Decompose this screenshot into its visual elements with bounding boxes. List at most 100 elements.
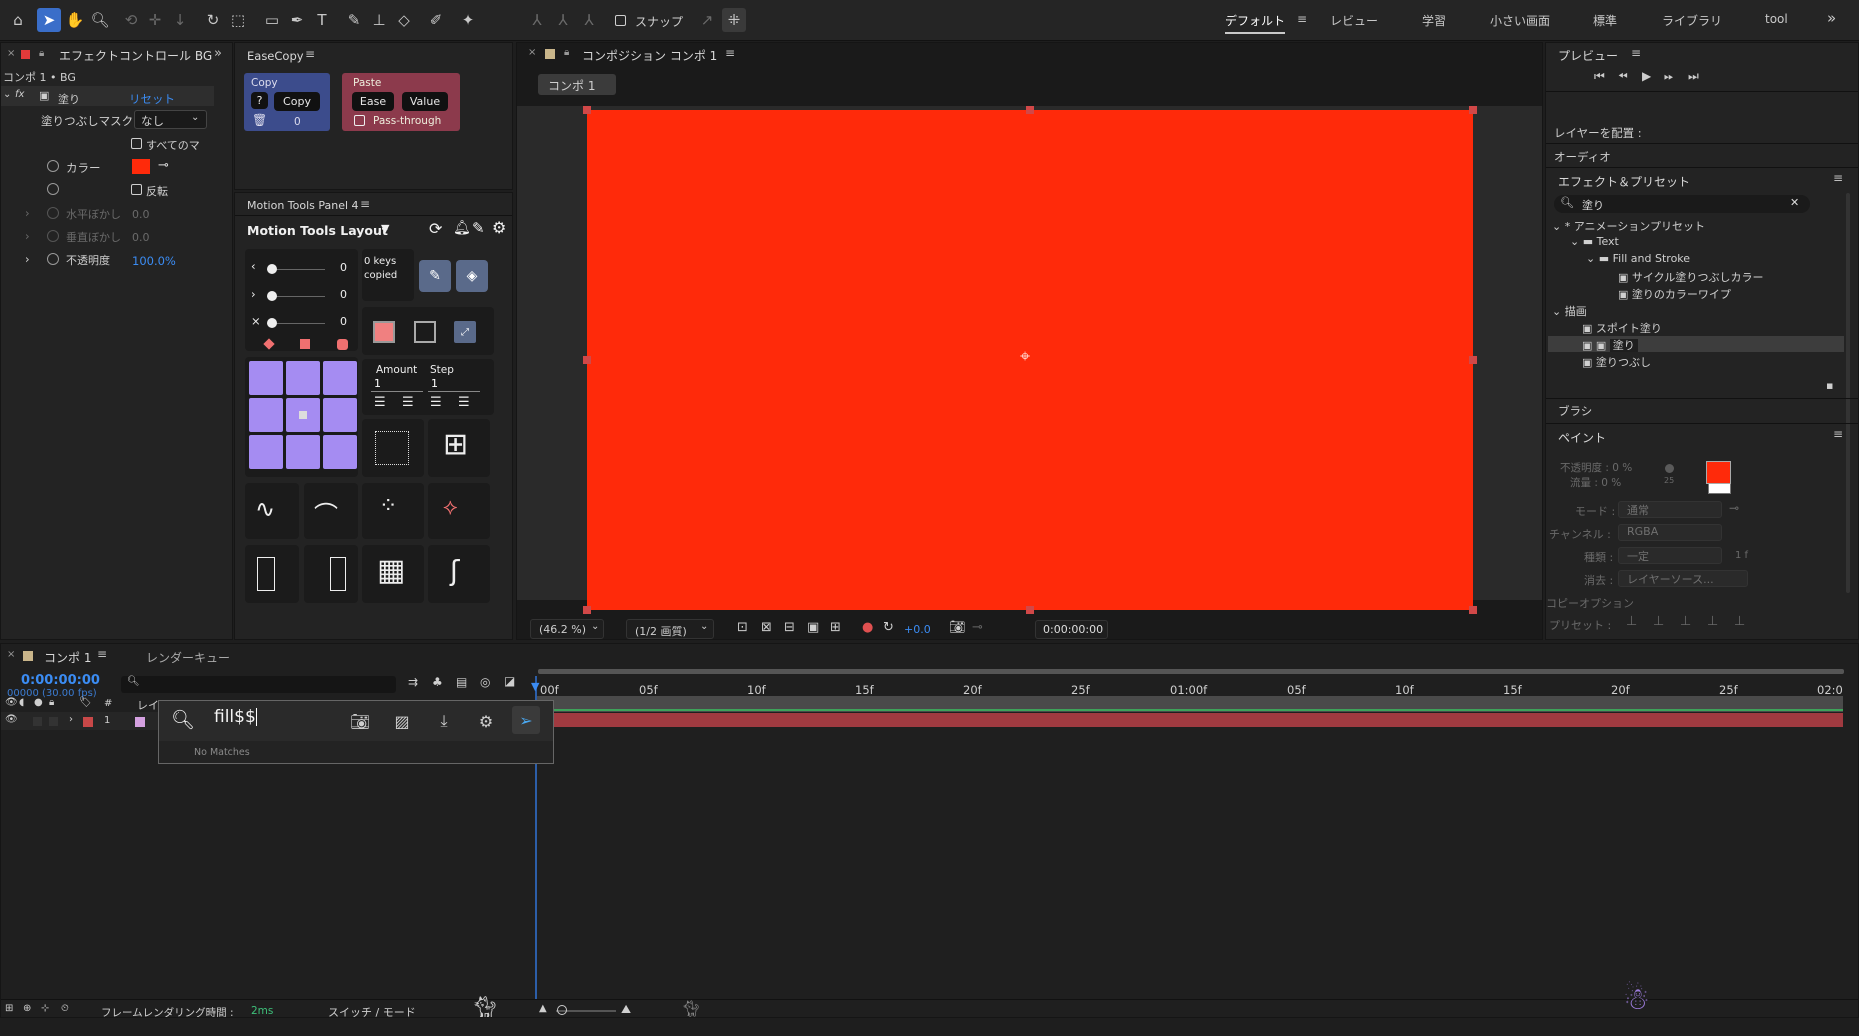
tree-item[interactable]: ▣ スポイト塗り xyxy=(1582,320,1662,336)
shy-icon[interactable]: ♣ xyxy=(432,675,443,689)
expand-icon[interactable]: ⤢ xyxy=(454,321,476,343)
transform-handle[interactable] xyxy=(583,606,591,614)
close-icon[interactable]: × xyxy=(528,47,536,58)
close-icon[interactable]: × xyxy=(7,48,15,59)
workspace-library[interactable]: ライブラリ xyxy=(1662,12,1722,29)
tree-item[interactable]: ⌄ ▬ Text xyxy=(1570,235,1619,248)
anchor-top-left[interactable] xyxy=(249,361,283,395)
layout-label[interactable]: Motion Tools Layout xyxy=(247,223,388,238)
transform-handle[interactable] xyxy=(583,106,591,114)
eyedropper-icon[interactable]: ⊸ xyxy=(158,158,169,173)
new-preset-icon[interactable]: ▪ xyxy=(1826,379,1833,392)
type-tool-icon[interactable]: T xyxy=(310,8,334,32)
v-feather-value[interactable]: 0.0 xyxy=(132,231,150,244)
show-snapshot-icon[interactable]: ⊸ xyxy=(972,620,983,635)
tree-item[interactable]: ▣ 塗りのカラーワイプ xyxy=(1618,286,1731,302)
tree-item[interactable]: ▣ サイクル塗りつぶしカラー xyxy=(1618,269,1763,285)
channel-dropdown[interactable]: RGBA xyxy=(1618,524,1722,541)
invert-checkbox[interactable] xyxy=(131,184,142,195)
fill-square-icon[interactable] xyxy=(373,321,395,343)
passthrough-checkbox[interactable] xyxy=(354,115,365,126)
layer-name-col[interactable]: レイ xyxy=(137,697,159,713)
composition-tab-title[interactable]: コンポジション コンポ 1 xyxy=(582,47,717,64)
paint-title[interactable]: ペイント xyxy=(1558,429,1606,446)
layer-move-icon[interactable] xyxy=(257,557,275,591)
timeline-search-input[interactable]: 🔍︎ xyxy=(121,676,396,693)
tree-item[interactable]: ⌄ * アニメーションプリセット xyxy=(1552,218,1705,234)
audio-label[interactable]: オーディオ xyxy=(1554,149,1611,165)
bounding-box-icon[interactable] xyxy=(375,431,409,465)
color-channels-icon[interactable]: ● xyxy=(862,620,873,635)
panel-overflow-icon[interactable]: » xyxy=(214,46,222,61)
graph-editor-icon[interactable]: ◪ xyxy=(504,674,515,688)
expand-chevron-icon[interactable]: › xyxy=(25,252,30,266)
keyframe-square-icon[interactable] xyxy=(300,339,310,349)
color-swatch[interactable] xyxy=(132,159,150,174)
all-masks-checkbox[interactable] xyxy=(131,138,142,149)
mask-visibility-icon[interactable]: ⊟ xyxy=(784,620,795,635)
dropdown-arrow-icon[interactable]: ▼ xyxy=(381,222,389,235)
effects-presets-title[interactable]: エフェクト＆プリセット xyxy=(1558,173,1690,190)
last-frame-icon[interactable]: ⏭ xyxy=(1688,69,1699,84)
keyframe-hex-icon[interactable] xyxy=(337,339,348,350)
outline-square-icon[interactable] xyxy=(414,321,436,343)
tree-item[interactable]: ▣ 塗りつぶし xyxy=(1582,354,1651,370)
rotate-tool-icon[interactable]: ↻ xyxy=(201,8,225,32)
tree-item[interactable]: ⌄ 描画 xyxy=(1552,303,1587,319)
clone-stamp-icon[interactable]: ⊥ xyxy=(367,8,391,32)
close-icon[interactable]: × xyxy=(7,649,15,660)
first-frame-icon[interactable]: ⏮ xyxy=(1594,69,1605,84)
timeline-tab-title[interactable]: コンポ 1 xyxy=(44,649,91,666)
value-button[interactable]: Value xyxy=(402,92,448,111)
axis-world-icon[interactable]: ⅄ xyxy=(551,8,575,32)
zoom-out-icon[interactable]: ▲ xyxy=(539,1003,547,1014)
work-area-bar[interactable] xyxy=(538,669,1844,674)
copy-button[interactable]: Copy xyxy=(274,92,320,111)
stopwatch-icon[interactable] xyxy=(47,207,59,219)
pencil-icon[interactable]: ✎ xyxy=(472,219,485,237)
panel-menu-icon[interactable]: ≡ xyxy=(1631,46,1641,60)
stopwatch-icon[interactable] xyxy=(47,183,59,195)
render-time-icon[interactable]: ⏲︎ xyxy=(61,1003,69,1014)
current-time-field[interactable]: 0:00:00:00 xyxy=(1035,620,1108,639)
dolly-camera-icon[interactable]: ↓ xyxy=(168,8,192,32)
gear-icon[interactable]: ⚙ xyxy=(492,218,506,237)
video-visibility-icon[interactable]: 👁︎ xyxy=(5,697,18,708)
easecopy-title[interactable]: EaseCopy xyxy=(247,49,304,63)
zoom-tool-icon[interactable]: 🔍︎ xyxy=(88,8,112,32)
panel-menu-icon[interactable]: ≡ xyxy=(725,46,735,60)
playhead-marker-icon[interactable]: ▼ xyxy=(531,680,539,693)
color-management-icon[interactable]: ↻ xyxy=(883,620,894,635)
roto-brush-icon[interactable]: ✐ xyxy=(424,8,448,32)
layer-label-color[interactable] xyxy=(83,717,93,727)
layer-stack-icon[interactable] xyxy=(330,557,346,591)
solo-box[interactable] xyxy=(33,717,42,726)
slider-handle[interactable] xyxy=(267,318,277,328)
workspace-standard[interactable]: 標準 xyxy=(1593,12,1617,29)
lock-icon[interactable]: 🔒︎ xyxy=(39,48,44,59)
transform-handle[interactable] xyxy=(1469,606,1477,614)
anchor-point-icon[interactable]: ⌖ xyxy=(1020,346,1030,367)
preset-slot-icon[interactable]: ⊥ xyxy=(1680,614,1691,629)
wiggle-icon[interactable]: ∿ xyxy=(255,495,275,523)
workspace-default[interactable]: デフォルト xyxy=(1225,12,1286,34)
next-frame-icon[interactable]: ⏩︎ xyxy=(1664,69,1674,84)
gear-icon[interactable]: ⚙ xyxy=(472,707,500,735)
brush-tool-icon[interactable]: ✎ xyxy=(342,8,366,32)
pen-tool-icon[interactable]: ✒ xyxy=(285,8,309,32)
pan-camera-icon[interactable]: ✛ xyxy=(143,8,167,32)
expand-chevron-icon[interactable]: › xyxy=(25,206,30,220)
align-skew-icon[interactable]: ☰ xyxy=(430,395,442,410)
anchor-bottom-right[interactable] xyxy=(323,435,357,469)
opacity-value[interactable]: 100.0% xyxy=(132,254,176,268)
eyedropper-icon[interactable]: ⊸ xyxy=(1729,501,1739,515)
camera-icon[interactable]: 📷︎ xyxy=(346,707,374,735)
transform-handle[interactable] xyxy=(1469,356,1477,364)
expand-chevron-icon[interactable]: ⌄ xyxy=(3,89,11,100)
lock-icon[interactable]: 🔒︎ xyxy=(49,697,54,708)
trash-icon[interactable]: 🗑︎ xyxy=(252,113,267,127)
lock-box[interactable] xyxy=(49,717,58,726)
snap-feature-icon[interactable]: ⁜ xyxy=(722,8,746,32)
anchor-top-center[interactable] xyxy=(286,361,320,395)
axis-local-icon[interactable]: ⅄ xyxy=(525,8,549,32)
